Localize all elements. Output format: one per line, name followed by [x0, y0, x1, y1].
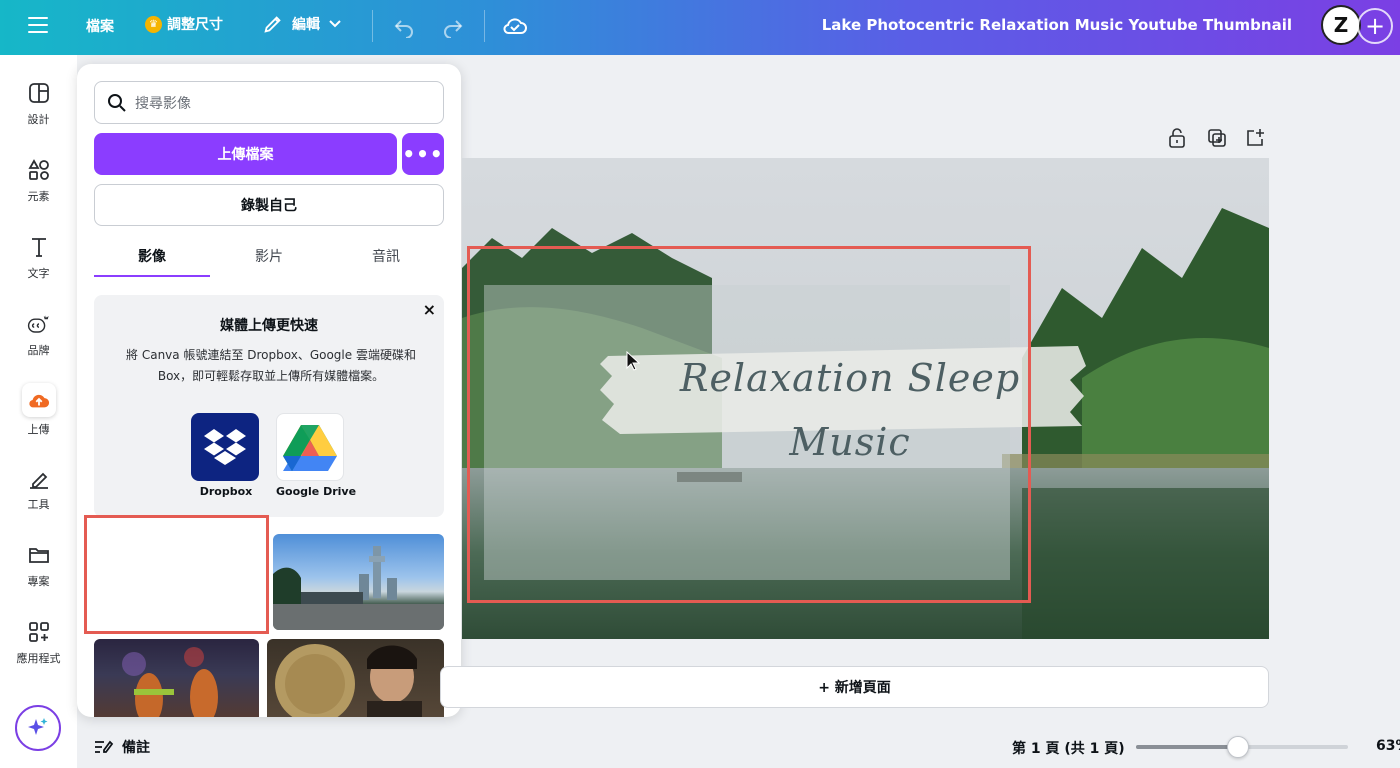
dropbox-button[interactable]: Dropbox: [191, 413, 261, 498]
tab-audio[interactable]: 音訊: [328, 246, 444, 266]
page-indicator[interactable]: 第 1 頁 (共 1 頁): [1012, 738, 1125, 758]
active-tab-indicator: [94, 275, 210, 277]
notes-label: 備註: [122, 740, 150, 756]
rail-item-tools[interactable]: 工具: [0, 466, 77, 512]
media-tabs: 影像 影片 音訊: [94, 242, 444, 278]
notes-icon: [95, 740, 114, 753]
avatar[interactable]: Z: [1321, 5, 1361, 45]
rail-label: 應用程式: [16, 652, 61, 665]
promo-body: 將 Canva 帳號連結至 Dropbox、Google 雲端硬碟和 Box，即…: [126, 348, 416, 383]
elements-icon: [27, 159, 49, 180]
tools-icon: [29, 472, 48, 489]
divider: [372, 10, 373, 42]
resize-label: 調整尺寸: [167, 17, 223, 33]
rail-label: 文字: [27, 267, 50, 280]
add-page-button[interactable]: + 新增頁面: [440, 666, 1269, 708]
search-input[interactable]: 搜尋影像: [94, 81, 444, 124]
rail-label: 設計: [27, 113, 50, 126]
rail-item-brand[interactable]: 品牌: [0, 312, 77, 358]
chevron-down-icon: [329, 20, 341, 28]
edit-label: 編輯: [292, 17, 320, 33]
rail-item-elements[interactable]: 元素: [0, 158, 77, 204]
zoom-slider-handle[interactable]: [1226, 736, 1249, 758]
resize-button[interactable]: ♛ 調整尺寸: [145, 14, 223, 34]
design-icon: [28, 83, 49, 103]
rail-label: 元素: [27, 190, 50, 203]
upload-files-button[interactable]: 上傳檔案: [94, 133, 397, 175]
zoom-slider-fill: [1136, 745, 1238, 749]
rail-label: 工具: [27, 498, 50, 511]
folder-icon: [28, 548, 49, 563]
upload-icon-wrap: [21, 383, 56, 417]
rail-item-apps[interactable]: 應用程式: [0, 620, 77, 666]
rail-label: 品牌: [27, 344, 50, 357]
undo-icon[interactable]: [392, 14, 416, 38]
uploaded-image-thumbnail[interactable]: [267, 639, 444, 717]
highlight-frame: [467, 246, 1031, 603]
search-placeholder: 搜尋影像: [135, 95, 191, 112]
uploaded-image-thumbnail[interactable]: [94, 639, 259, 717]
brand-icon: [27, 315, 49, 333]
duplicate-page-icon[interactable]: [1207, 128, 1227, 148]
zoom-level[interactable]: 63%: [1376, 738, 1400, 754]
rail-label: 專案: [27, 575, 50, 588]
rail-item-text[interactable]: 文字: [0, 235, 77, 281]
lock-icon[interactable]: [1168, 128, 1186, 148]
uploaded-image-thumbnail[interactable]: [273, 534, 444, 630]
left-rail: 設計 元素 文字 品牌 上傳 工具 專案 應用程式: [0, 55, 77, 768]
dropbox-label: Dropbox: [199, 485, 253, 498]
menu-icon[interactable]: [28, 17, 48, 33]
google-drive-label: Google Drive: [276, 485, 357, 498]
connect-storage-card: × 媒體上傳更快速 將 Canva 帳號連結至 Dropbox、Google 雲…: [94, 295, 444, 517]
rail-item-uploads[interactable]: 上傳: [0, 383, 77, 437]
add-page-icon[interactable]: [1245, 128, 1265, 148]
google-drive-icon: [276, 413, 344, 481]
file-menu[interactable]: 檔案: [86, 16, 114, 36]
highlight-frame: [84, 515, 269, 634]
sparkle-icon: [28, 718, 48, 735]
rail-item-design[interactable]: 設計: [0, 81, 77, 127]
text-icon: [31, 238, 46, 257]
upload-icon: [28, 394, 49, 408]
add-collaborator-button[interactable]: +: [1357, 8, 1393, 44]
magic-sparkle-button[interactable]: [15, 705, 61, 751]
more-options-button[interactable]: •••: [402, 133, 444, 175]
notes-button[interactable]: 備註: [94, 737, 150, 757]
google-drive-button[interactable]: Google Drive: [276, 413, 357, 498]
dropbox-icon: [191, 413, 259, 481]
promo-title: 媒體上傳更快速: [220, 318, 318, 334]
pencil-icon: [264, 16, 281, 33]
tab-images[interactable]: 影像: [94, 246, 210, 266]
divider: [484, 10, 485, 42]
tab-videos[interactable]: 影片: [211, 246, 327, 266]
redo-icon[interactable]: [441, 14, 465, 38]
top-bar: 檔案 ♛ 調整尺寸 編輯 Lake Photocentric Relaxatio…: [0, 0, 1400, 55]
search-icon: [108, 93, 126, 112]
rail-item-projects[interactable]: 專案: [0, 543, 77, 589]
cloud-saved-icon[interactable]: [502, 14, 528, 38]
rail-label: 上傳: [27, 423, 50, 436]
edit-dropdown[interactable]: 編輯: [262, 13, 342, 35]
record-yourself-button[interactable]: 錄製自己: [94, 184, 444, 226]
crown-icon: ♛: [145, 15, 162, 33]
apps-icon: [28, 622, 49, 642]
document-title[interactable]: Lake Photocentric Relaxation Music Youtu…: [822, 16, 1292, 34]
